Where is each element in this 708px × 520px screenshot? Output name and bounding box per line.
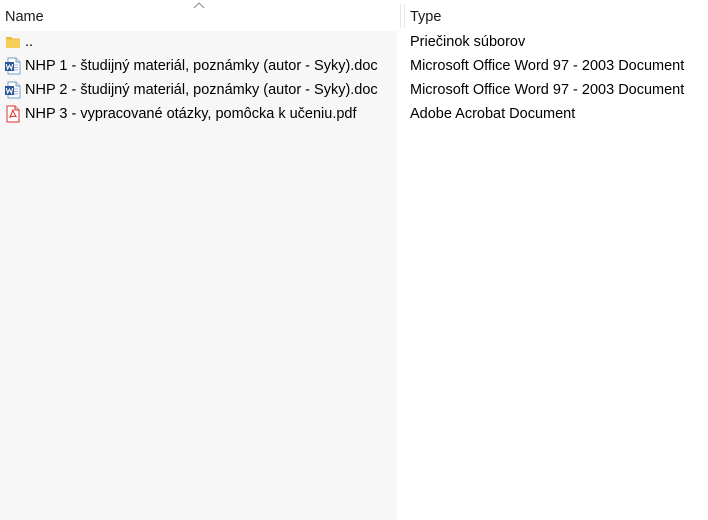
- pdf-document-icon: [6, 105, 20, 123]
- word-document-icon: [5, 81, 21, 99]
- column-divider: [404, 4, 405, 28]
- word-document-icon: [5, 57, 21, 75]
- type-column-header[interactable]: Type: [410, 0, 700, 30]
- list-item-parent-folder[interactable]: .. Priečinok súborov: [0, 30, 708, 54]
- file-type: Microsoft Office Word 97 - 2003 Document: [410, 58, 685, 74]
- file-name: NHP 2 - študijný materiál, poznámky (aut…: [25, 82, 378, 98]
- folder-icon: [6, 37, 20, 48]
- file-name: NHP 1 - študijný materiál, poznámky (aut…: [25, 58, 378, 74]
- list-item-file[interactable]: NHP 3 - vypracované otázky, pomôcka k uč…: [0, 102, 708, 126]
- list-item-file[interactable]: NHP 2 - študijný materiál, poznámky (aut…: [0, 78, 708, 102]
- file-list: .. Priečinok súborov NHP 1 - študijný ma…: [0, 30, 708, 126]
- file-type: Microsoft Office Word 97 - 2003 Document: [410, 82, 685, 98]
- file-type: Priečinok súborov: [410, 34, 526, 50]
- column-resize-handle[interactable]: [400, 4, 401, 28]
- column-header-bar: Name Type: [0, 0, 708, 30]
- list-item-file[interactable]: NHP 1 - študijný materiál, poznámky (aut…: [0, 54, 708, 78]
- file-list-view: Name Type .. Priečinok súborov NHP 1 - š…: [0, 0, 708, 520]
- file-name: NHP 3 - vypracované otázky, pomôcka k uč…: [25, 106, 357, 122]
- file-type: Adobe Acrobat Document: [410, 106, 576, 122]
- file-name: ..: [25, 34, 34, 50]
- chevron-up-icon: [193, 2, 205, 9]
